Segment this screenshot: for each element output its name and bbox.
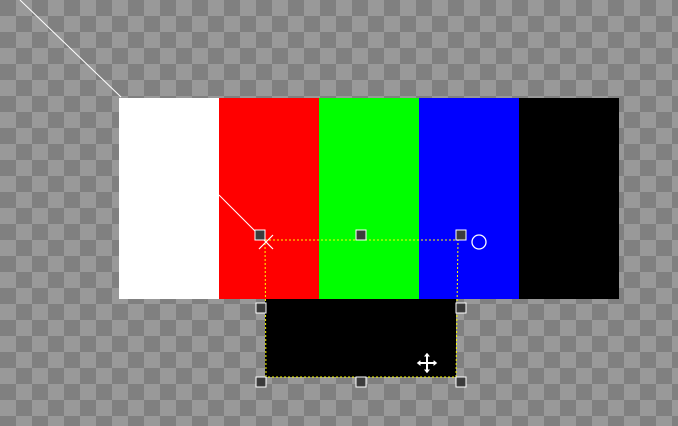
handle-top-left[interactable] xyxy=(254,229,266,241)
handle-middle-right[interactable] xyxy=(455,302,467,314)
handle-top-middle[interactable] xyxy=(355,229,367,241)
handle-bottom-right[interactable] xyxy=(455,376,467,388)
color-bar-black xyxy=(519,98,619,299)
handle-bottom-middle[interactable] xyxy=(355,376,367,388)
handle-top-right[interactable] xyxy=(455,229,467,241)
selected-layer[interactable] xyxy=(265,299,456,377)
handle-middle-left[interactable] xyxy=(255,302,267,314)
handle-bottom-left[interactable] xyxy=(255,376,267,388)
color-bar-green xyxy=(319,98,419,299)
color-bar-blue xyxy=(419,98,519,299)
color-bar-red xyxy=(219,98,319,299)
color-bar-white xyxy=(119,98,219,299)
image-canvas[interactable] xyxy=(0,0,678,426)
